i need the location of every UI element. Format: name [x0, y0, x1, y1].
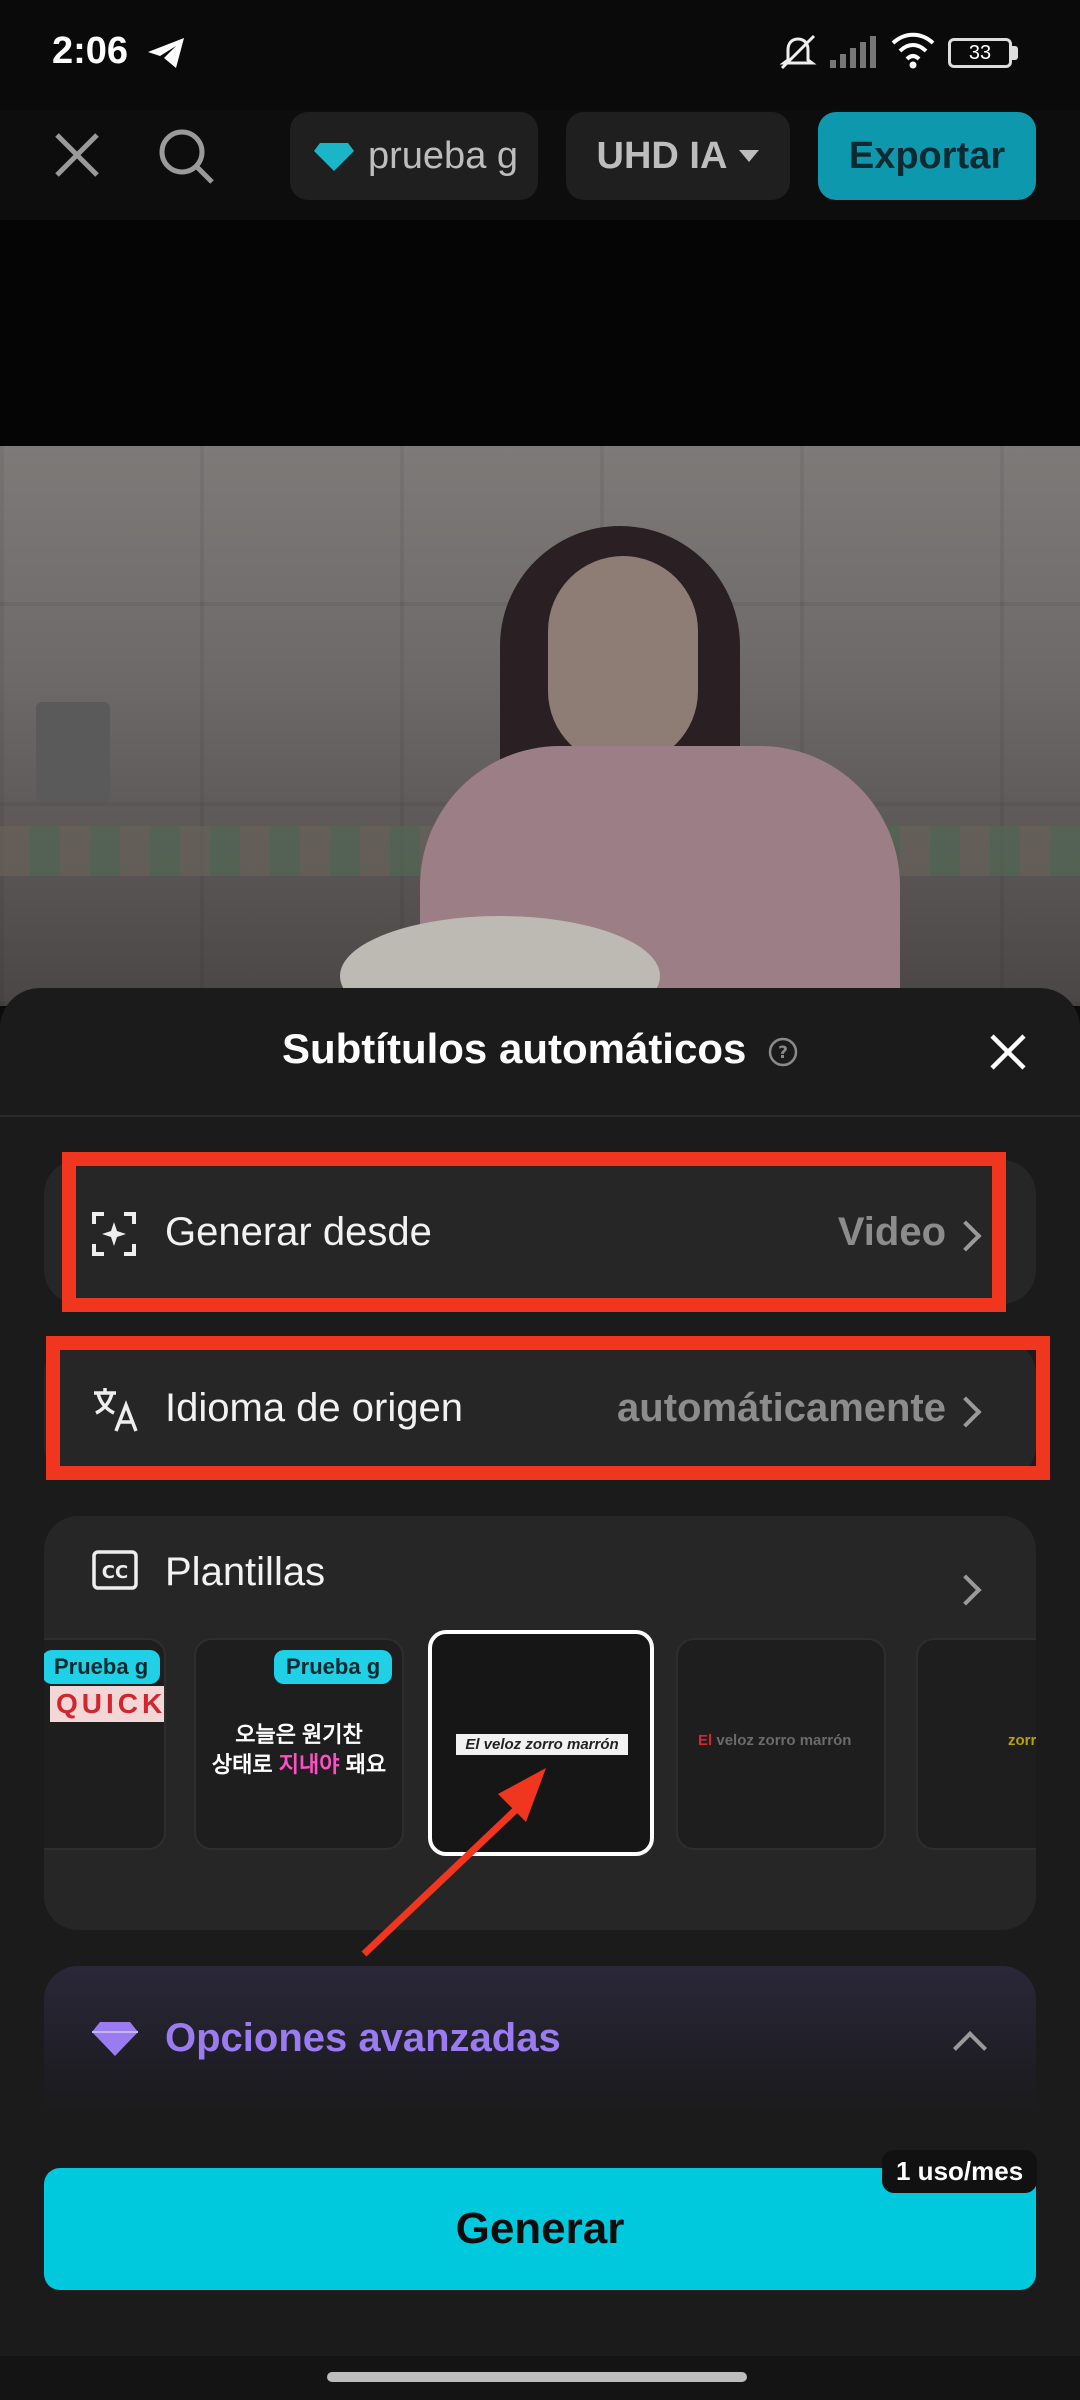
- close-icon[interactable]: [52, 130, 102, 180]
- export-button[interactable]: Exportar: [818, 112, 1036, 200]
- sheet-title-text: Subtítulos automáticos: [281, 1025, 747, 1072]
- template-preview-text: El veloz zorro marrón: [698, 1732, 878, 1749]
- annotation-box-source-language: [46, 1336, 1050, 1480]
- template-preview-text: zorro: [1008, 1732, 1036, 1749]
- premium-diamond-icon: [92, 2022, 138, 2056]
- battery-icon: 33: [948, 38, 1012, 68]
- bell-muted-icon: [779, 34, 817, 70]
- quality-selector[interactable]: UHD IA: [566, 112, 790, 200]
- help-icon[interactable]: ?: [768, 1037, 798, 1067]
- telegram-icon: [148, 38, 184, 68]
- sheet-title: Subtítulos automáticos ?: [0, 1025, 1080, 1073]
- project-name: prueba g: [368, 134, 519, 177]
- template-preview-text: QUICK: [50, 1686, 164, 1722]
- person-face: [548, 556, 698, 766]
- closed-captions-icon: CC: [92, 1550, 138, 1590]
- project-name-pill[interactable]: prueba g: [290, 112, 538, 200]
- wifi-icon: [891, 32, 935, 69]
- diamond-icon: [314, 143, 354, 171]
- caret-down-icon: [739, 150, 760, 162]
- status-time: 2:06: [52, 30, 129, 72]
- light-switch: [36, 702, 110, 802]
- template-preview-line: 오늘은 원기찬: [235, 1722, 363, 1747]
- template-preview-word: 상태로: [211, 1752, 279, 1777]
- annotation-arrow: [361, 1768, 546, 1957]
- search-icon[interactable]: [156, 126, 216, 186]
- template-badge: Prueba g: [44, 1650, 161, 1684]
- sheet-close-icon[interactable]: [988, 1032, 1028, 1072]
- template-preview-word: veloz zorro marrón: [716, 1732, 852, 1749]
- advanced-options-label: Opciones avanzadas: [165, 2016, 561, 2060]
- template-card-yellow[interactable]: zorro: [916, 1638, 1036, 1850]
- battery-level: 33: [968, 41, 992, 64]
- home-indicator[interactable]: [327, 2372, 747, 2382]
- svg-text:?: ?: [778, 1043, 788, 1063]
- annotation-box-generate-from: [62, 1152, 1006, 1312]
- template-preview-highlight: 지내야: [278, 1752, 340, 1777]
- template-card-quick[interactable]: Prueba g QUICK: [44, 1638, 166, 1850]
- template-preview-word: El: [698, 1732, 713, 1749]
- sheet-divider: [0, 1115, 1080, 1117]
- preview-background: [0, 220, 1080, 446]
- usage-badge: 1 uso/mes: [882, 2150, 1038, 2193]
- video-preview[interactable]: [0, 446, 1080, 1006]
- battery-tip: [1012, 46, 1018, 60]
- svg-text:CC: CC: [102, 1562, 128, 1583]
- quality-label: UHD IA: [596, 134, 728, 177]
- signal-icon: [830, 36, 876, 68]
- template-card-outline[interactable]: El veloz zorro marrón: [676, 1638, 886, 1850]
- templates-label: Plantillas: [165, 1550, 326, 1594]
- template-badge: Prueba g: [274, 1650, 393, 1684]
